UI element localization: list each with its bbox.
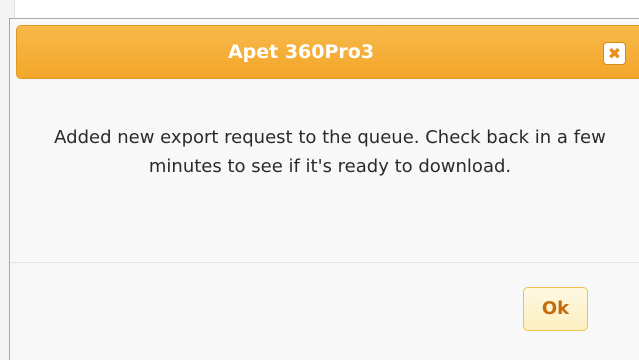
dialog-titlebar[interactable]: Apet 360Pro3 ✖ xyxy=(16,25,639,79)
export-dialog: Apet 360Pro3 ✖ Added new export request … xyxy=(9,18,639,360)
close-icon: ✖ xyxy=(607,44,622,63)
page: Apet 360Pro3 ✖ Added new export request … xyxy=(0,0,639,360)
dialog-title: Apet 360Pro3 xyxy=(227,41,375,63)
ok-button[interactable]: Ok xyxy=(523,287,588,331)
dialog-message: Added new export request to the queue. C… xyxy=(54,127,606,177)
close-button[interactable]: ✖ xyxy=(603,42,626,65)
dialog-divider xyxy=(10,262,639,263)
